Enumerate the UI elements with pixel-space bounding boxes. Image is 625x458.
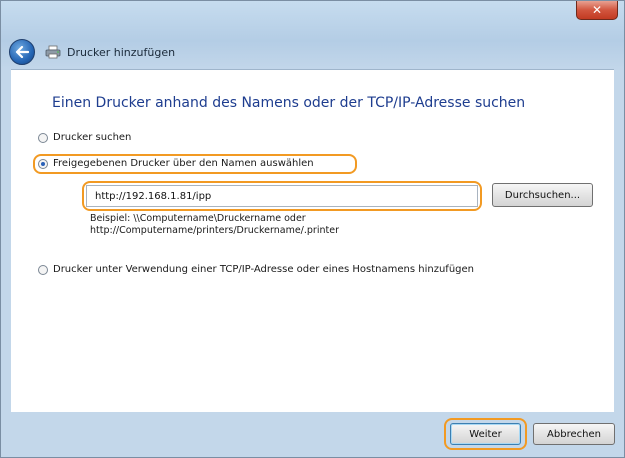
page-heading: Einen Drucker anhand des Namens oder der… bbox=[52, 95, 526, 111]
back-arrow-icon bbox=[15, 46, 29, 58]
example-text: Beispiel: \\Computername\Druckername ode… bbox=[90, 213, 339, 237]
option-tcpip-label: Drucker unter Verwendung einer TCP/IP-Ad… bbox=[53, 264, 474, 275]
back-button[interactable] bbox=[9, 39, 35, 65]
option-search-printer-label: Drucker suchen bbox=[53, 132, 132, 143]
add-printer-dialog: ✕ Drucker hinzufügen Einen Drucker anhan… bbox=[0, 0, 625, 458]
cancel-button[interactable]: Abbrechen bbox=[533, 423, 615, 445]
next-button[interactable]: Weiter bbox=[450, 423, 521, 445]
option-shared-printer-label: Freigegebenen Drucker über den Namen aus… bbox=[53, 158, 314, 169]
example-line-2: http://Computername/printers/Druckername… bbox=[90, 225, 339, 236]
option-tcpip-address[interactable]: Drucker unter Verwendung einer TCP/IP-Ad… bbox=[38, 264, 474, 275]
close-icon: ✕ bbox=[591, 3, 603, 17]
dialog-toolbar: Drucker hinzufügen bbox=[1, 35, 624, 69]
printer-icon bbox=[45, 45, 61, 59]
window-title: Drucker hinzufügen bbox=[67, 45, 176, 59]
example-line-1: Beispiel: \\Computername\Druckername ode… bbox=[90, 213, 306, 224]
close-button[interactable]: ✕ bbox=[576, 1, 618, 20]
radio-tcpip-address[interactable] bbox=[38, 264, 48, 275]
option-shared-printer-by-name[interactable]: Freigegebenen Drucker über den Namen aus… bbox=[38, 158, 314, 169]
radio-search-printer[interactable] bbox=[38, 132, 48, 143]
browse-button[interactable]: Durchsuchen... bbox=[492, 183, 593, 207]
option-search-printer[interactable]: Drucker suchen bbox=[38, 132, 131, 143]
printer-url-input[interactable] bbox=[86, 185, 478, 207]
dialog-content: Einen Drucker anhand des Namens oder der… bbox=[11, 69, 614, 412]
radio-shared-printer-by-name[interactable] bbox=[38, 158, 48, 169]
dialog-footer: Weiter Abbrechen bbox=[1, 411, 624, 457]
